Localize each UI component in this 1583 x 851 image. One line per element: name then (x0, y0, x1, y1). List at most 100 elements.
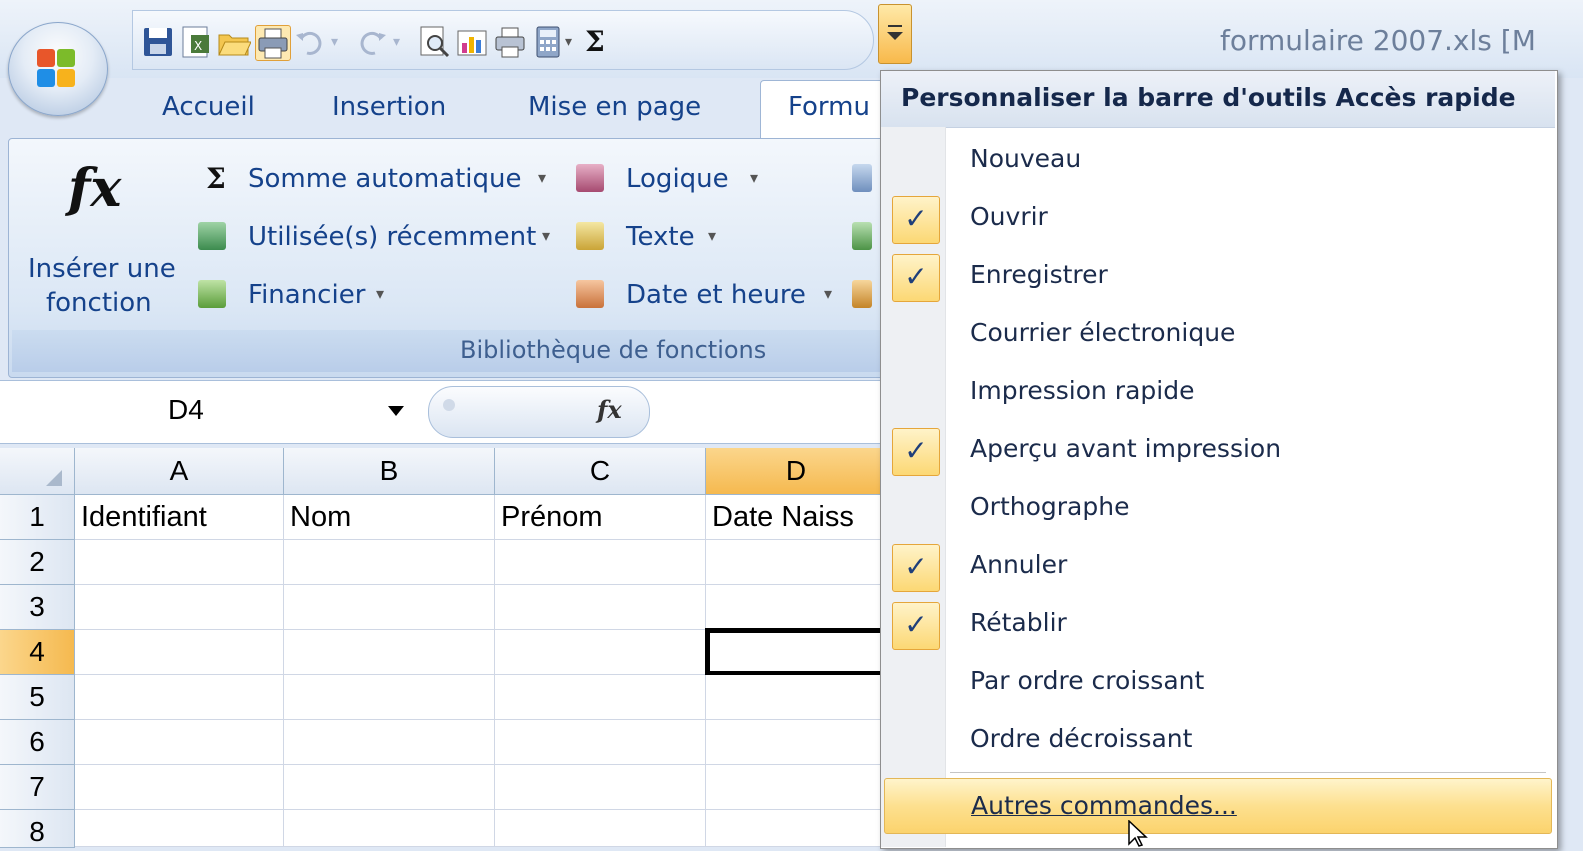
customize-qat-button[interactable] (878, 4, 912, 64)
chart-icon[interactable] (455, 25, 489, 59)
menu-item-autres-commandes[interactable]: Autres commandes... (884, 778, 1552, 834)
office-logo-icon (37, 49, 77, 89)
name-box[interactable]: D4 (0, 382, 420, 440)
cell-c5[interactable] (495, 675, 706, 720)
menu-item-apercu[interactable]: Aperçu avant impression (970, 434, 1281, 463)
cell-d4-selected[interactable] (705, 628, 880, 676)
cell-d5[interactable] (706, 675, 880, 720)
cell-b6[interactable] (284, 720, 495, 765)
cell-d1[interactable]: Date Naiss (706, 495, 880, 540)
cell-a8[interactable] (75, 810, 284, 847)
row-header-2[interactable]: 2 (0, 540, 75, 585)
cell-d2[interactable] (706, 540, 880, 585)
menu-item-ordre-croissant[interactable]: Par ordre croissant (970, 666, 1204, 695)
autres-commandes-label: Autres commandes... (971, 791, 1237, 820)
row-header-8[interactable]: 8 (0, 810, 75, 848)
print-icon[interactable] (255, 25, 291, 61)
cell-a4[interactable] (75, 630, 284, 675)
cell-a5[interactable] (75, 675, 284, 720)
menu-item-ouvrir[interactable]: Ouvrir (970, 202, 1048, 231)
cell-c1[interactable]: Prénom (495, 495, 706, 540)
menu-item-courrier[interactable]: Courrier électronique (970, 318, 1235, 347)
cell-b2[interactable] (284, 540, 495, 585)
window-title: formulaire 2007.xls [M (1220, 24, 1536, 57)
print-quick-icon[interactable] (493, 25, 527, 59)
formula-bar-buttons: fx (428, 386, 650, 438)
sum-icon[interactable]: Σ (585, 25, 619, 59)
check-icon-enregistrer: ✓ (892, 254, 940, 302)
book-star-icon (198, 222, 226, 250)
cell-a6[interactable] (75, 720, 284, 765)
formula-bar-grip-icon[interactable] (443, 399, 455, 411)
pdf-icon[interactable]: X (179, 25, 213, 59)
row-header-7[interactable]: 7 (0, 765, 75, 810)
fx-icon: fx (68, 158, 122, 219)
financial-label: Financier (248, 280, 366, 310)
column-header-c[interactable]: C (495, 448, 706, 495)
cell-c3[interactable] (495, 585, 706, 630)
redo-icon[interactable] (355, 25, 389, 59)
cell-d3[interactable] (706, 585, 880, 630)
cell-a7[interactable] (75, 765, 284, 810)
row-header-3[interactable]: 3 (0, 585, 75, 630)
tab-insertion[interactable]: Insertion (332, 92, 446, 122)
cell-c4[interactable] (495, 630, 706, 675)
right-edge-fragment (1556, 138, 1583, 847)
open-icon[interactable] (217, 25, 252, 59)
office-button[interactable] (8, 22, 108, 116)
menu-item-impression-rapide[interactable]: Impression rapide (970, 376, 1194, 405)
cell-d7[interactable] (706, 765, 880, 810)
row-header-4[interactable]: 4 (0, 630, 75, 675)
cell-c8[interactable] (495, 810, 706, 847)
tab-formules[interactable]: Formu (788, 92, 870, 122)
cell-b8[interactable] (284, 810, 495, 847)
check-icon-annuler: ✓ (892, 544, 940, 592)
undo-icon[interactable] (293, 25, 327, 59)
row-header-1[interactable]: 1 (0, 495, 75, 540)
cell-a1[interactable]: Identifiant (75, 495, 284, 540)
insert-function-label-1: Insérer une (28, 254, 176, 284)
print-preview-icon[interactable] (417, 25, 451, 59)
insert-function-label-2: fonction (46, 288, 152, 318)
menu-item-nouveau[interactable]: Nouveau (970, 144, 1081, 173)
svg-text:X: X (194, 39, 202, 53)
insert-function-button[interactable]: fx Insérer une fonction (22, 150, 192, 330)
cell-b4[interactable] (284, 630, 495, 675)
cell-b7[interactable] (284, 765, 495, 810)
cell-b1[interactable]: Nom (284, 495, 495, 540)
menu-item-retablir[interactable]: Rétablir (970, 608, 1067, 637)
name-box-dropdown-icon[interactable] (388, 406, 404, 416)
cell-a3[interactable] (75, 585, 284, 630)
row-header-6[interactable]: 6 (0, 720, 75, 765)
cell-d6[interactable] (706, 720, 880, 765)
column-header-d[interactable]: D (706, 448, 886, 495)
cell-c2[interactable] (495, 540, 706, 585)
column-header-b[interactable]: B (284, 448, 495, 495)
menu-separator (950, 772, 1546, 773)
tab-mise-en-page[interactable]: Mise en page (528, 92, 701, 122)
date-time-dropdown-icon: ▾ (824, 284, 833, 303)
cell-b3[interactable] (284, 585, 495, 630)
row-header-5[interactable]: 5 (0, 675, 75, 720)
cell-c6[interactable] (495, 720, 706, 765)
calculator-icon[interactable] (531, 25, 565, 59)
menu-item-enregistrer[interactable]: Enregistrer (970, 260, 1108, 289)
insert-function-fx-button[interactable]: fx (597, 395, 622, 424)
check-icon-ouvrir: ✓ (892, 196, 940, 244)
recent-functions-label: Utilisée(s) récemment (248, 222, 537, 252)
menu-item-ordre-decroissant[interactable]: Ordre décroissant (970, 724, 1192, 753)
book-lookup-icon (852, 164, 872, 192)
logical-dropdown-icon: ▾ (750, 168, 759, 187)
save-icon[interactable] (141, 25, 175, 59)
cell-d8[interactable] (706, 810, 880, 847)
select-all-corner[interactable] (0, 448, 75, 495)
cell-c7[interactable] (495, 765, 706, 810)
menu-item-orthographe[interactable]: Orthographe (970, 492, 1129, 521)
formula-input[interactable] (652, 386, 878, 436)
tab-accueil[interactable]: Accueil (162, 92, 255, 122)
cell-b5[interactable] (284, 675, 495, 720)
book-question-icon (576, 164, 604, 192)
menu-item-annuler[interactable]: Annuler (970, 550, 1067, 579)
cell-a2[interactable] (75, 540, 284, 585)
column-header-a[interactable]: A (75, 448, 284, 495)
